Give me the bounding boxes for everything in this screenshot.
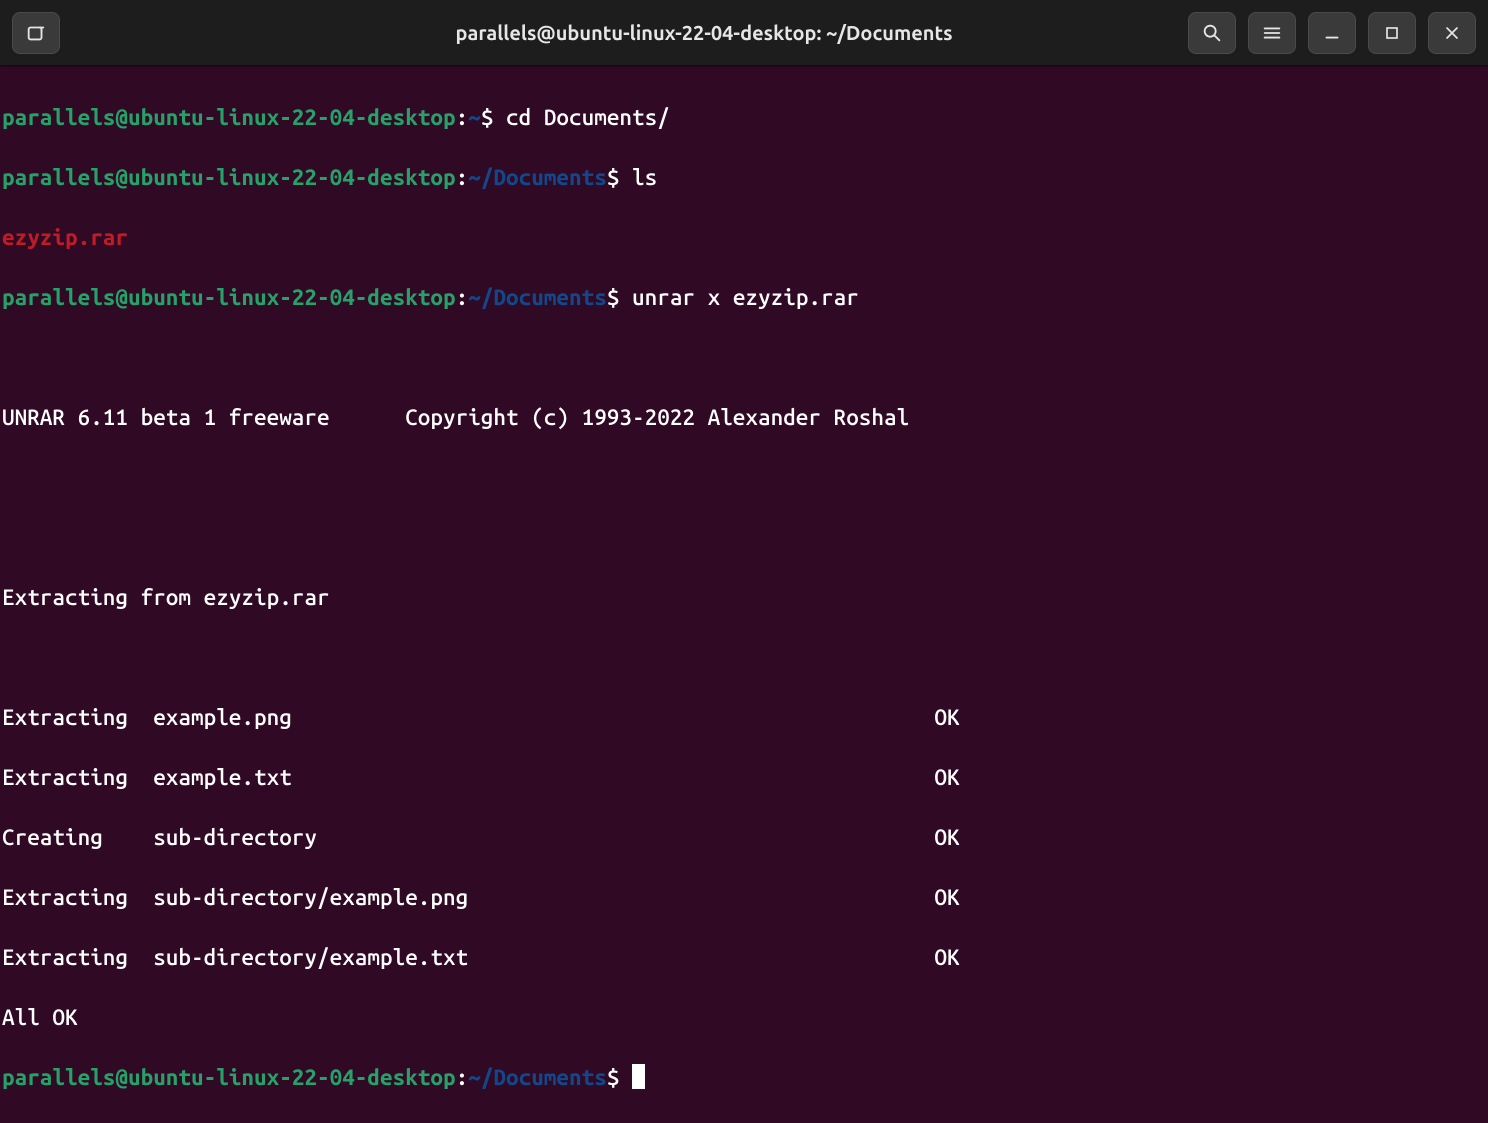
titlebar-left <box>12 12 272 54</box>
titlebar-right <box>1136 12 1476 54</box>
extract-status: OK <box>934 705 972 730</box>
minimize-button[interactable] <box>1308 12 1356 54</box>
prompt-user: parallels@ubuntu-linux-22-04-desktop <box>2 165 456 190</box>
extract-row: Extracting example.txt OK <box>2 763 1486 793</box>
prompt-user: parallels@ubuntu-linux-22-04-desktop <box>2 105 456 130</box>
extract-label: Extracting sub-directory/example.png <box>2 885 934 910</box>
terminal-output[interactable]: parallels@ubuntu-linux-22-04-desktop:~$ … <box>0 65 1488 1123</box>
extract-row: Extracting sub-directory/example.txt OK <box>2 943 1486 973</box>
extract-label: Extracting example.txt <box>2 765 934 790</box>
prompt-path: ~/Documents <box>468 285 607 310</box>
terminal-line <box>2 523 1486 553</box>
command-text: cd Documents/ <box>506 105 670 130</box>
maximize-button[interactable] <box>1368 12 1416 54</box>
prompt-colon: : <box>456 165 469 190</box>
extract-label: Extracting sub-directory/example.txt <box>2 945 934 970</box>
prompt-dollar: $ <box>481 105 506 130</box>
extract-label: Creating sub-directory <box>2 825 934 850</box>
terminal-line <box>2 343 1486 373</box>
unrar-banner: UNRAR 6.11 beta 1 freeware Copyright (c)… <box>2 403 1486 433</box>
titlebar: parallels@ubuntu-linux-22-04-desktop: ~/… <box>0 0 1488 65</box>
prompt-dollar: $ <box>607 285 632 310</box>
maximize-icon <box>1382 23 1402 43</box>
search-button[interactable] <box>1188 12 1236 54</box>
cursor-icon <box>632 1064 645 1089</box>
terminal-line: parallels@ubuntu-linux-22-04-desktop:~/D… <box>2 283 1486 313</box>
extract-from: Extracting from ezyzip.rar <box>2 583 1486 613</box>
prompt-path: ~/Documents <box>468 165 607 190</box>
extract-row: Creating sub-directory OK <box>2 823 1486 853</box>
terminal-line: parallels@ubuntu-linux-22-04-desktop:~/D… <box>2 1063 1486 1093</box>
command-text: ls <box>632 165 657 190</box>
prompt-user: parallels@ubuntu-linux-22-04-desktop <box>2 1065 456 1090</box>
extract-status: OK <box>934 825 959 850</box>
terminal-line <box>2 643 1486 673</box>
prompt-path: ~/Documents <box>468 1065 607 1090</box>
new-tab-icon <box>25 22 47 44</box>
command-text: unrar x ezyzip.rar <box>632 285 859 310</box>
terminal-line <box>2 463 1486 493</box>
extract-label: Extracting example.png <box>2 705 934 730</box>
extract-row: Extracting sub-directory/example.png OK <box>2 883 1486 913</box>
close-icon <box>1442 23 1462 43</box>
menu-button[interactable] <box>1248 12 1296 54</box>
close-button[interactable] <box>1428 12 1476 54</box>
prompt-user: parallels@ubuntu-linux-22-04-desktop <box>2 285 456 310</box>
terminal-line: parallels@ubuntu-linux-22-04-desktop:~/D… <box>2 163 1486 193</box>
search-icon <box>1201 22 1223 44</box>
prompt-dollar: $ <box>607 1065 632 1090</box>
prompt-dollar: $ <box>607 165 632 190</box>
prompt-path: ~ <box>468 105 481 130</box>
hamburger-icon <box>1261 22 1283 44</box>
extract-status: OK <box>934 885 972 910</box>
prompt-colon: : <box>456 1065 469 1090</box>
ls-output-file: ezyzip.rar <box>2 225 128 250</box>
prompt-colon: : <box>456 105 469 130</box>
prompt-colon: : <box>456 285 469 310</box>
minimize-icon <box>1321 22 1343 44</box>
all-ok: All OK <box>2 1003 1486 1033</box>
window-title: parallels@ubuntu-linux-22-04-desktop: ~/… <box>272 21 1136 44</box>
new-tab-button[interactable] <box>12 12 60 54</box>
extract-status: OK <box>934 765 972 790</box>
extract-status: OK <box>934 945 972 970</box>
terminal-line: ezyzip.rar <box>2 223 1486 253</box>
terminal-line: parallels@ubuntu-linux-22-04-desktop:~$ … <box>2 103 1486 133</box>
extract-row: Extracting example.png OK <box>2 703 1486 733</box>
